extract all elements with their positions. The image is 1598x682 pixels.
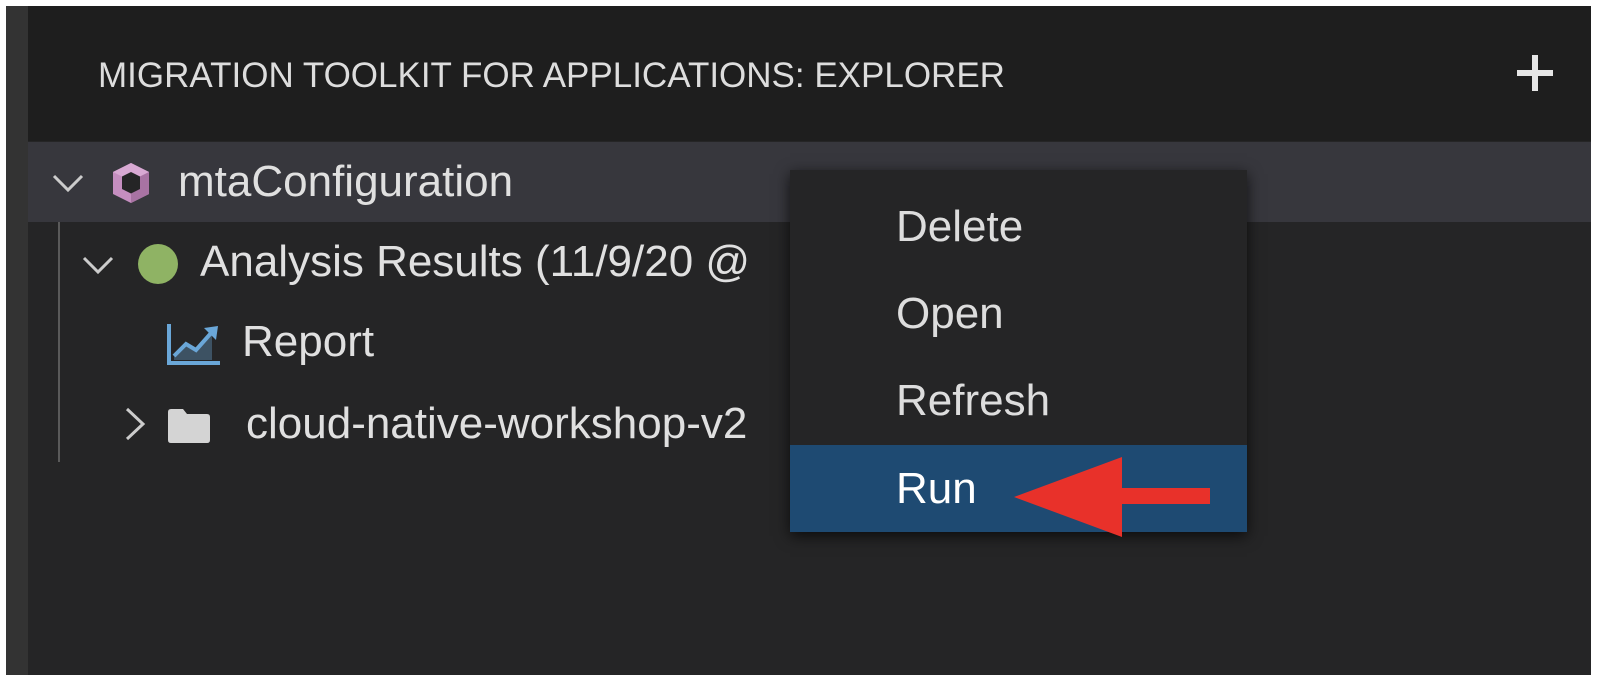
- cube-icon: [113, 163, 149, 203]
- menu-item-label: Refresh: [896, 376, 1051, 425]
- tree-item-label: cloud-native-workshop-v2: [246, 399, 748, 448]
- menu-item-label: Run: [896, 464, 977, 513]
- menu-item-label: Delete: [896, 202, 1024, 251]
- plus-icon[interactable]: [1513, 51, 1557, 95]
- panel-title: MIGRATION TOOLKIT FOR APPLICATIONS: EXPL…: [98, 56, 1005, 95]
- menu-item-label: Open: [896, 289, 1004, 338]
- chevron-down-icon[interactable]: [78, 244, 118, 284]
- activity-bar: [6, 6, 28, 675]
- menu-item-delete[interactable]: Delete: [790, 183, 1247, 270]
- panel-header: MIGRATION TOOLKIT FOR APPLICATIONS: EXPL…: [28, 6, 1591, 141]
- folder-icon: [168, 409, 210, 443]
- tree-item-label: Report: [242, 317, 375, 366]
- chevron-right-icon[interactable]: [114, 404, 154, 444]
- window-frame: MIGRATION TOOLKIT FOR APPLICATIONS: EXPL…: [6, 6, 1591, 675]
- menu-item-open[interactable]: Open: [790, 270, 1247, 357]
- chevron-down-icon[interactable]: [48, 162, 88, 202]
- chart-icon: [167, 324, 220, 365]
- tree-item-label: Analysis Results (11/9/20 @: [200, 237, 751, 286]
- tree-item-label: mtaConfiguration: [178, 157, 514, 206]
- menu-item-refresh[interactable]: Refresh: [790, 357, 1247, 444]
- annotation-arrow-icon: [1014, 457, 1210, 537]
- status-dot-icon: [138, 244, 178, 284]
